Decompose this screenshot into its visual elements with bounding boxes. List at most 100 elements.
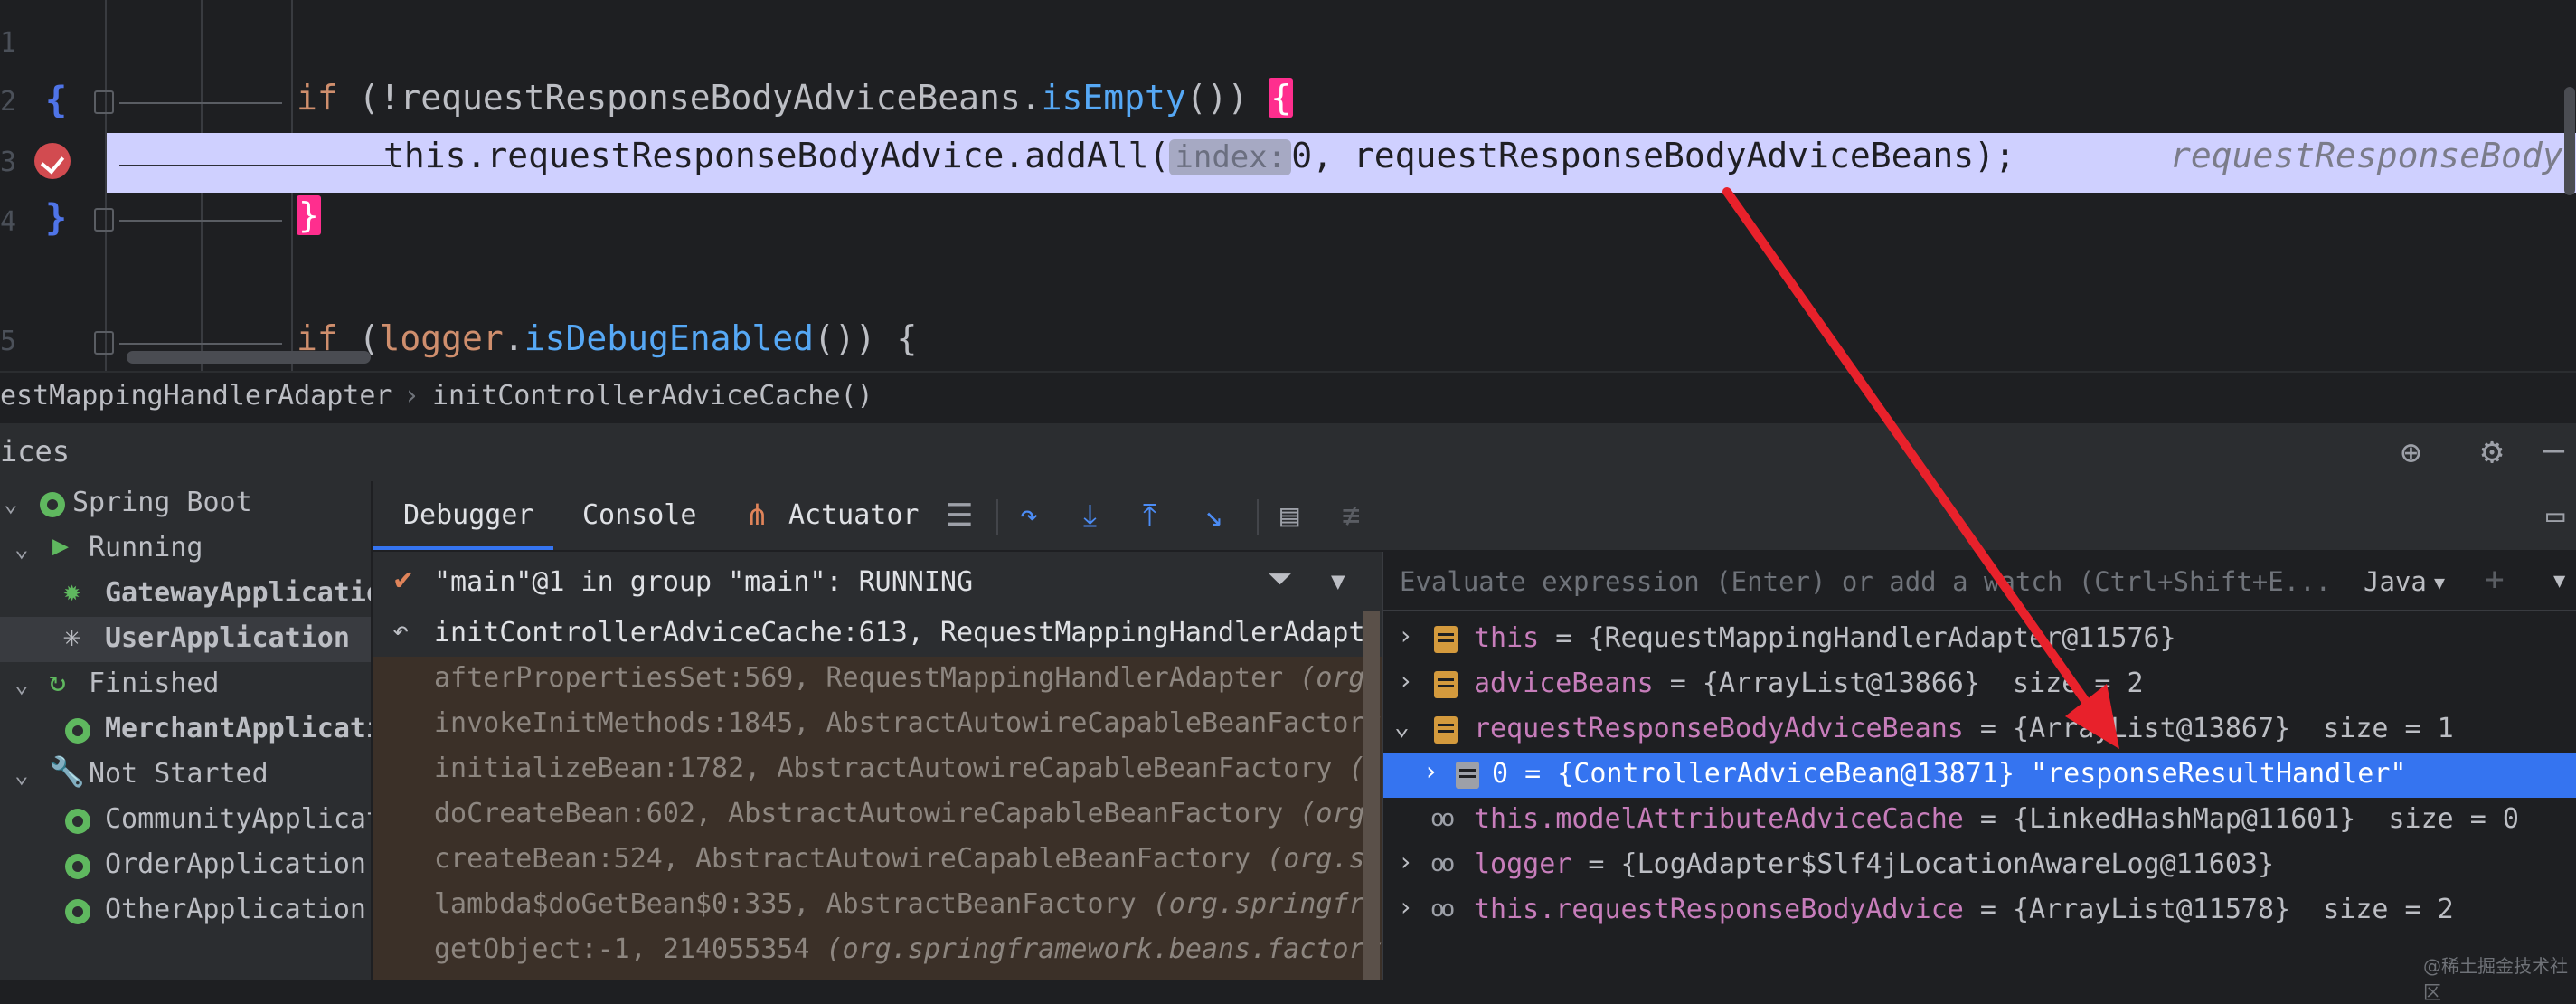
return-icon: ↶ [392,615,410,647]
watermark: @稀土掘金技术社区 [2423,955,2568,1003]
toolbar-separator [1257,499,1259,535]
tab-debugger[interactable]: Debugger [403,499,534,531]
whitespace-guide [119,102,282,104]
chevron-down-icon[interactable]: ⌄ [14,535,29,563]
frame-item[interactable]: afterPropertiesSet:569, RequestMappingHa… [373,657,1382,702]
frame-item[interactable]: doCreateBean:602, AbstractAutowireCapabl… [373,792,1382,838]
layout-menu-icon[interactable]: ☰ [946,497,973,534]
thread-label: "main"@1 in group "main": RUNNING [434,566,974,598]
inline-value-hint: requestResponseBody [2170,136,2563,175]
fold-icon[interactable] [94,90,114,114]
chevron-down-icon[interactable]: ⌄ [14,671,29,698]
gear-icon[interactable]: ⚙ [2481,431,2503,472]
chevron-right-icon[interactable]: › [1398,847,1413,876]
toolbar-separator [996,499,998,535]
evaluate-input[interactable]: Evaluate expression (Enter) or add a wat… [1400,566,2331,597]
loading-spinner-icon: ✳ [63,619,81,653]
wrench-icon: 🔧 [49,754,85,789]
fold-icon[interactable] [94,208,114,232]
panel-icon[interactable]: ▭ [2546,497,2564,534]
language-select[interactable]: Java [2364,566,2427,597]
spring-boot-icon [65,899,90,924]
step-out-icon[interactable]: ⤒ [1143,497,1156,534]
chevron-right-icon[interactable]: › [1398,892,1413,922]
frame-item[interactable]: getObject:-1, 214055354 (org.springframe… [373,928,1382,973]
tree-item-merchant[interactable]: MerchantApplicati [0,707,371,753]
breadcrumb-method[interactable]: initControllerAdviceCache() [432,380,873,412]
chevron-right-icon[interactable]: › [1398,620,1413,650]
block-brace-open: { [45,80,68,121]
tree-item-running[interactable]: ⌄ ▶ Running [0,526,371,572]
horizontal-scrollbar[interactable] [127,351,371,364]
check-icon: ✔ [394,561,413,597]
frame-item[interactable]: initializeBean:1782, AbstractAutowireCap… [373,747,1382,792]
tree-item-other[interactable]: OtherApplication [0,888,371,933]
variable-row[interactable]: › oo logger = {LogAdapter$Slf4jLocationA… [1383,843,2576,888]
active-tab-indicator [373,546,553,550]
chevron-down-icon[interactable]: ⌄ [1394,711,1410,741]
code-line-if-empty: if (!requestResponseBodyAdviceBeans.isEm… [297,78,1294,118]
tab-console[interactable]: Console [582,499,696,531]
watch-glasses-icon: oo [1430,850,1455,877]
watch-glasses-icon: oo [1430,805,1455,832]
filter-icon[interactable]: ⏷ [1268,561,1292,597]
evaluate-bar: Evaluate expression (Enter) or add a wat… [1383,552,2576,611]
tab-actuator[interactable]: Actuator [788,499,920,531]
chevron-down-icon[interactable]: ⌄ [14,762,29,789]
fold-icon[interactable] [94,331,114,355]
tree-item-user-application[interactable]: ✳ UserApplication [0,617,371,662]
debugger-toolbar: ≣ ⇕ ▦ ⏷ ⊞ » Debugger Console ⋔ Actuator … [0,481,2576,552]
tree-item-order[interactable]: OrderApplication [0,843,371,888]
tree-item-gateway[interactable]: ✹ GatewayApplicatio [0,572,371,617]
breadcrumb-separator: › [403,380,420,412]
tree-item-community[interactable]: CommunityApplicat [0,798,371,843]
code-line-add-all: this.requestResponseBodyAdvice.addAll(in… [383,136,2015,175]
services-title: ices [0,434,71,469]
add-watch-icon[interactable]: + [2485,561,2505,598]
code-line-close-brace: } [297,195,321,235]
code-line-if-debug: if (logger.isDebugEnabled()) { [297,318,918,358]
whitespace-guide [119,343,282,345]
block-brace-close: } [45,197,68,239]
variable-row[interactable]: ⌄ requestResponseBodyAdviceBeans = {Arra… [1383,707,2576,753]
chevron-right-icon[interactable]: › [1423,756,1439,786]
variable-row[interactable]: › oo this.requestResponseBodyAdvice = {A… [1383,888,2576,933]
chevron-down-icon[interactable]: ▼ [2434,572,2445,593]
chevron-down-icon[interactable]: ▼ [1331,568,1345,595]
frame-item[interactable]: lambda$doGetBean$0:335, AbstractBeanFact… [373,883,1382,928]
field-icon [1434,671,1458,698]
chevron-right-icon[interactable]: › [1398,666,1413,696]
frame-item[interactable]: invokeInitMethods:1845, AbstractAutowire… [373,702,1382,747]
tree-item-not-started[interactable]: ⌄ 🔧 Not Started [0,753,371,798]
code-editor[interactable]: 1 2 3 4 5 { if (!requestResponseBodyAdvi… [0,0,2576,371]
variable-row[interactable]: › this = {RequestMappingHandlerAdapter@1… [1383,617,2576,662]
minimize-icon[interactable]: — [2543,429,2564,470]
services-tree[interactable]: ⌄ Spring Boot ⌄ ▶ Running ✹ GatewayAppli… [0,481,373,980]
thread-selector[interactable]: ✔ "main"@1 in group "main": RUNNING ⏷ ▼ [373,552,1382,611]
tree-item-finished[interactable]: ⌄ ↻ Finished [0,662,371,707]
variables-panel[interactable]: Evaluate expression (Enter) or add a wat… [1382,552,2576,980]
whitespace-guide [119,165,391,166]
variable-row[interactable]: oo this.modelAttributeAdviceCache = {Lin… [1383,798,2576,843]
run-icon: ▶ [52,530,70,562]
variable-row-selected[interactable]: › 0 = {ControllerAdviceBean@13871} "resp… [1383,753,2576,798]
evaluate-icon[interactable]: ▤ [1280,497,1298,534]
variable-row[interactable]: › adviceBeans = {ArrayList@13866} size =… [1383,662,2576,707]
line-number: 3 [0,147,17,178]
chevron-down-icon[interactable]: ⌄ [4,490,18,517]
chevron-down-icon[interactable]: ▼ [2553,570,2565,592]
step-over-icon[interactable]: ↷ [1020,497,1038,534]
trace-icon[interactable]: ≢ [1342,497,1360,534]
frames-list[interactable]: ↶ initControllerAdviceCache:613, Request… [373,611,1382,980]
vertical-scrollbar[interactable] [2564,87,2575,195]
step-into-icon[interactable]: ⤓ [1083,497,1097,534]
run-to-cursor-icon[interactable]: ↘ [1204,497,1222,534]
frame-item[interactable]: ↶ initControllerAdviceCache:613, Request… [373,611,1382,657]
tree-item-spring-boot[interactable]: ⌄ Spring Boot [0,481,371,526]
frame-item[interactable]: createBean:524, AbstractAutowireCapableB… [373,838,1382,883]
breadcrumb-class[interactable]: estMappingHandlerAdapter [0,380,392,412]
line-number: 4 [0,206,17,238]
frames-scrollbar[interactable] [1363,611,1380,980]
actuator-icon: ⋔ [745,497,769,532]
crosshair-icon[interactable]: ⊕ [2401,432,2421,472]
